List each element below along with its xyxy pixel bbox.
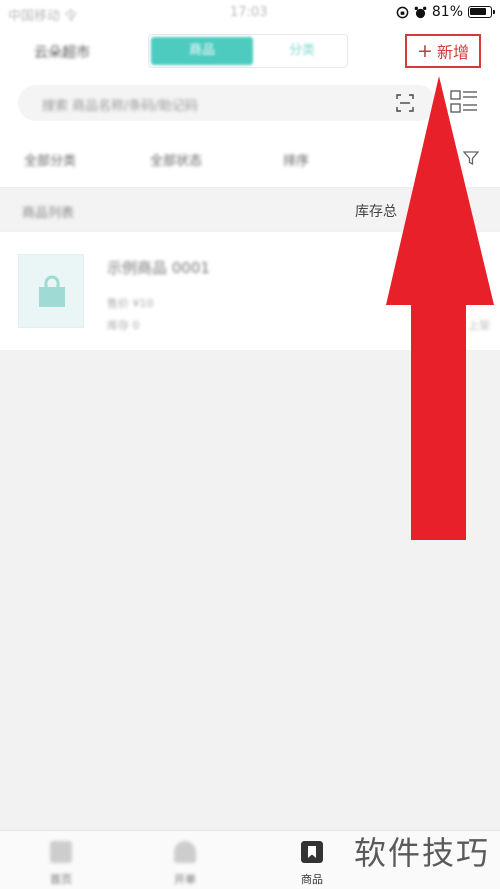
home-icon: [50, 841, 72, 863]
clock-label: 17:03: [230, 5, 268, 20]
filter-category[interactable]: 全部分类: [24, 150, 76, 169]
carrier-label: 中国移动 令: [8, 9, 78, 24]
filter-sort[interactable]: 排序: [283, 150, 309, 169]
segmented-control: 商品 分类: [148, 34, 348, 68]
tab-products-label: 商品: [301, 873, 323, 886]
battery-icon: [468, 6, 495, 18]
filter-row: 全部分类 全部状态 排序: [0, 130, 500, 188]
store-name[interactable]: 云朵超市: [34, 42, 90, 62]
segment-products[interactable]: 商品: [151, 37, 253, 65]
product-stock: 库存 0: [107, 319, 140, 332]
search-input[interactable]: 搜索 商品名称/条码/助记码: [18, 85, 436, 121]
tab-products[interactable]: 商品: [277, 831, 347, 889]
bag-icon: [39, 275, 65, 307]
scan-icon[interactable]: [396, 94, 414, 112]
plus-icon: +: [417, 39, 433, 62]
product-status: 上架: [468, 319, 490, 332]
list-count-label: 商品列表: [22, 206, 75, 221]
top-header: 云朵超市 商品 分类 + 新增: [0, 26, 500, 76]
search-placeholder: 搜索 商品名称/条码/助记码: [42, 99, 198, 114]
status-right: 81%: [396, 4, 495, 20]
person-icon: [174, 841, 196, 863]
segment-categories[interactable]: 分类: [259, 37, 345, 65]
watermark: 软件技巧: [354, 834, 491, 872]
product-name: 示例商品 0001: [107, 259, 210, 277]
tab-order-label: 开单: [174, 873, 196, 886]
status-bar: 中国移动 令 17:03 81%: [0, 0, 500, 26]
bookmark-icon: [301, 841, 323, 863]
tab-home[interactable]: 首页: [26, 831, 96, 889]
product-thumbnail: [18, 254, 84, 328]
funnel-icon[interactable]: [463, 150, 479, 166]
product-price: 售价 ¥10: [107, 297, 154, 310]
tab-order[interactable]: 开单: [150, 831, 220, 889]
product-list-item[interactable]: 示例商品 0001 售价 ¥10 库存 0 上架: [0, 232, 500, 350]
add-new-button[interactable]: + 新增: [405, 34, 481, 68]
list-view-icon[interactable]: [450, 88, 478, 116]
summary-row: 商品列表 库存总: [0, 190, 500, 230]
rotation-lock-icon: [396, 6, 409, 18]
alarm-icon: [414, 6, 427, 18]
stock-total-label: 库存总: [355, 204, 397, 220]
search-row: 搜索 商品名称/条码/助记码: [0, 76, 500, 130]
tab-home-label: 首页: [50, 873, 72, 886]
add-new-label: 新增: [436, 43, 469, 62]
battery-percent: 81%: [431, 4, 463, 20]
filter-status[interactable]: 全部状态: [150, 150, 202, 169]
